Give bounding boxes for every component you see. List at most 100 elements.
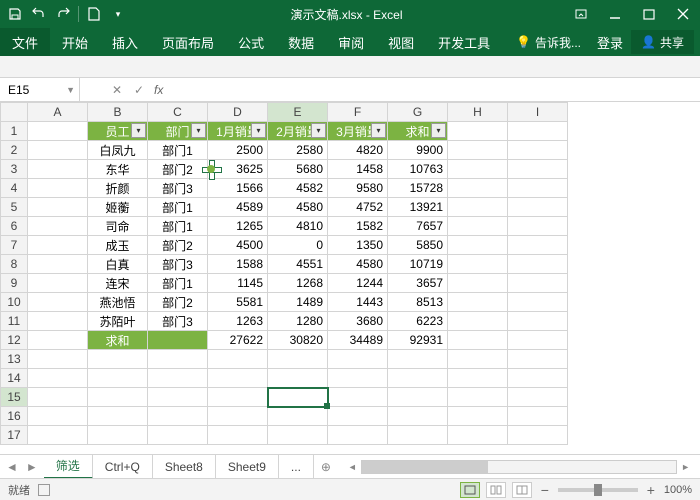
column-header-D[interactable]: D bbox=[208, 102, 268, 122]
cell[interactable] bbox=[268, 407, 328, 426]
cell[interactable] bbox=[448, 122, 508, 141]
tell-me-search[interactable]: 💡告诉我... bbox=[508, 34, 589, 51]
tab-insert[interactable]: 插入 bbox=[100, 28, 150, 56]
cell[interactable]: 3月销量▾ bbox=[328, 122, 388, 141]
cell[interactable] bbox=[208, 369, 268, 388]
filter-dropdown-icon[interactable]: ▾ bbox=[251, 123, 266, 138]
cell[interactable]: 34489 bbox=[328, 331, 388, 350]
cell[interactable] bbox=[508, 293, 568, 312]
cell[interactable]: 部门▾ bbox=[148, 122, 208, 141]
cancel-formula-icon[interactable]: ✕ bbox=[110, 83, 124, 97]
cell[interactable]: 3625 bbox=[208, 160, 268, 179]
cell[interactable]: 4582 bbox=[268, 179, 328, 198]
row-header[interactable]: 1 bbox=[0, 122, 28, 141]
cell[interactable] bbox=[388, 426, 448, 445]
cell[interactable] bbox=[448, 141, 508, 160]
cell[interactable]: 求和▾ bbox=[388, 122, 448, 141]
cell[interactable]: 2500 bbox=[208, 141, 268, 160]
cell[interactable] bbox=[508, 160, 568, 179]
cell[interactable] bbox=[508, 369, 568, 388]
cell[interactable] bbox=[508, 388, 568, 407]
tab-developer[interactable]: 开发工具 bbox=[426, 28, 502, 56]
cell[interactable] bbox=[28, 426, 88, 445]
filter-dropdown-icon[interactable]: ▾ bbox=[431, 123, 446, 138]
cell[interactable]: 4580 bbox=[328, 255, 388, 274]
cell[interactable]: 92931 bbox=[388, 331, 448, 350]
cell[interactable]: 1280 bbox=[268, 312, 328, 331]
cell[interactable]: 9900 bbox=[388, 141, 448, 160]
cell[interactable]: 部门1 bbox=[148, 198, 208, 217]
save-icon[interactable] bbox=[4, 3, 26, 25]
cell[interactable] bbox=[448, 350, 508, 369]
cell[interactable] bbox=[448, 179, 508, 198]
cell[interactable]: 30820 bbox=[268, 331, 328, 350]
cell[interactable] bbox=[208, 426, 268, 445]
cell[interactable]: 1458 bbox=[328, 160, 388, 179]
cell[interactable] bbox=[28, 293, 88, 312]
add-sheet-button[interactable]: ⊕ bbox=[314, 460, 338, 474]
qat-dropdown-icon[interactable]: ▾ bbox=[107, 3, 129, 25]
cell[interactable] bbox=[328, 426, 388, 445]
cell[interactable] bbox=[88, 369, 148, 388]
maximize-icon[interactable] bbox=[632, 0, 666, 28]
cell[interactable]: 1244 bbox=[328, 274, 388, 293]
cell[interactable] bbox=[208, 388, 268, 407]
filter-dropdown-icon[interactable]: ▾ bbox=[371, 123, 386, 138]
cell[interactable] bbox=[448, 369, 508, 388]
cell[interactable]: 10719 bbox=[388, 255, 448, 274]
cell[interactable]: 1582 bbox=[328, 217, 388, 236]
cell[interactable]: 姬蘅 bbox=[88, 198, 148, 217]
row-header[interactable]: 12 bbox=[0, 331, 28, 350]
row-header[interactable]: 2 bbox=[0, 141, 28, 160]
column-header-A[interactable]: A bbox=[28, 102, 88, 122]
column-header-I[interactable]: I bbox=[508, 102, 568, 122]
sheet-next-icon[interactable]: ► bbox=[26, 460, 38, 474]
cell[interactable] bbox=[508, 350, 568, 369]
cell[interactable]: 部门1 bbox=[148, 217, 208, 236]
cell[interactable] bbox=[148, 407, 208, 426]
row-header[interactable]: 17 bbox=[0, 426, 28, 445]
cell[interactable] bbox=[328, 407, 388, 426]
cell[interactable] bbox=[448, 198, 508, 217]
cell[interactable] bbox=[28, 198, 88, 217]
cell[interactable] bbox=[148, 350, 208, 369]
tab-file[interactable]: 文件 bbox=[0, 28, 50, 56]
cell[interactable] bbox=[28, 236, 88, 255]
cell[interactable] bbox=[508, 141, 568, 160]
cell[interactable]: 折颜 bbox=[88, 179, 148, 198]
cell[interactable] bbox=[28, 179, 88, 198]
column-header-H[interactable]: H bbox=[448, 102, 508, 122]
cell[interactable]: 1566 bbox=[208, 179, 268, 198]
cell[interactable] bbox=[28, 369, 88, 388]
tab-formulas[interactable]: 公式 bbox=[226, 28, 276, 56]
cell[interactable]: 7657 bbox=[388, 217, 448, 236]
tab-home[interactable]: 开始 bbox=[50, 28, 100, 56]
row-header[interactable]: 9 bbox=[0, 274, 28, 293]
row-header[interactable]: 15 bbox=[0, 388, 28, 407]
cell[interactable]: 1489 bbox=[268, 293, 328, 312]
cell[interactable] bbox=[148, 426, 208, 445]
cell[interactable] bbox=[88, 426, 148, 445]
column-header-F[interactable]: F bbox=[328, 102, 388, 122]
row-header[interactable]: 7 bbox=[0, 236, 28, 255]
cell[interactable]: 13921 bbox=[388, 198, 448, 217]
cell[interactable] bbox=[28, 331, 88, 350]
cell[interactable]: 1588 bbox=[208, 255, 268, 274]
cell[interactable]: 1263 bbox=[208, 312, 268, 331]
cell[interactable] bbox=[508, 179, 568, 198]
sheet-prev-icon[interactable]: ◄ bbox=[6, 460, 18, 474]
column-header-G[interactable]: G bbox=[388, 102, 448, 122]
cell[interactable]: 部门1 bbox=[148, 141, 208, 160]
cell[interactable]: 燕池悟 bbox=[88, 293, 148, 312]
cell[interactable] bbox=[448, 426, 508, 445]
cell[interactable] bbox=[508, 122, 568, 141]
cell[interactable]: 5680 bbox=[268, 160, 328, 179]
cell[interactable]: 司命 bbox=[88, 217, 148, 236]
row-header[interactable]: 14 bbox=[0, 369, 28, 388]
cell[interactable] bbox=[388, 407, 448, 426]
share-button[interactable]: 👤共享 bbox=[631, 30, 694, 54]
cell[interactable] bbox=[388, 369, 448, 388]
tab-data[interactable]: 数据 bbox=[276, 28, 326, 56]
cell[interactable] bbox=[448, 274, 508, 293]
column-header-E[interactable]: E bbox=[268, 102, 328, 122]
